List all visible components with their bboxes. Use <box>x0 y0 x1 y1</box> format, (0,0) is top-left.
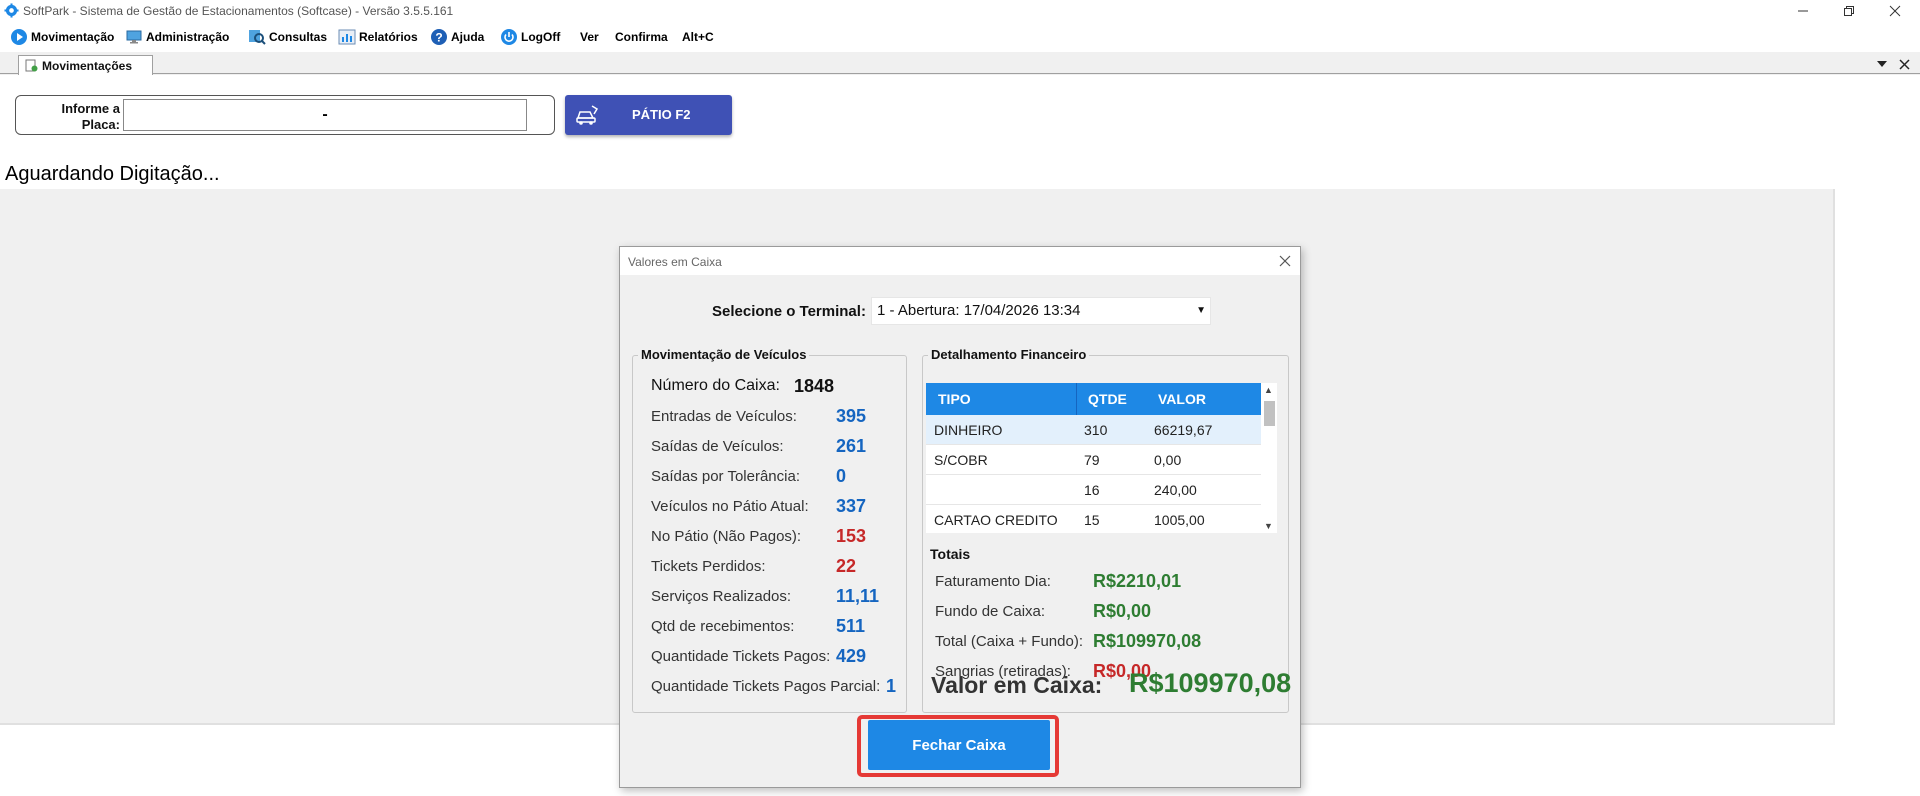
restore-button[interactable] <box>1826 0 1872 22</box>
menu-ver[interactable]: Ver <box>580 22 599 52</box>
triangle-down-icon <box>1877 61 1887 67</box>
close-icon <box>1889 5 1901 17</box>
document-icon <box>25 59 38 72</box>
menu-bar: Movimentação Administração Consultas Rel… <box>0 22 1920 52</box>
menu-alt-c[interactable]: Alt+C <box>682 22 714 52</box>
close-window-button[interactable] <box>1872 0 1918 22</box>
vehicle-row-recebimentos: Qtd de recebimentos: 511 <box>651 615 866 636</box>
minimize-button[interactable] <box>1780 0 1826 22</box>
dropdown-arrow-icon: ▼ <box>1196 305 1206 316</box>
close-icon[interactable] <box>1278 254 1292 268</box>
vehicle-row-caixa: Número do Caixa: 1848 <box>651 375 835 396</box>
window-titlebar: SoftPark - Sistema de Gestão de Estacion… <box>0 0 1920 22</box>
vehicles-group: Movimentação de Veículos Número do Caixa… <box>632 347 907 713</box>
tab-strip: Movimentações <box>0 52 1920 75</box>
play-icon <box>11 29 27 45</box>
dialog-titlebar: Valores em Caixa <box>620 247 1300 275</box>
svg-text:?: ? <box>435 31 442 45</box>
vehicle-row-tolerancia: Saídas por Tolerância: 0 <box>651 465 847 486</box>
cash-value: R$109970,08 <box>1129 668 1292 698</box>
window-title: SoftPark - Sistema de Gestão de Estacion… <box>23 4 454 18</box>
menu-relatorios[interactable]: Relatórios <box>338 22 418 52</box>
power-icon <box>501 29 517 45</box>
terminal-select[interactable]: 1 - Abertura: 17/04/2026 13:34 ▼ <box>871 297 1211 325</box>
vehicle-row-pagos: Quantidade Tickets Pagos: 429 <box>651 645 867 666</box>
menu-movimentacao[interactable]: Movimentação <box>10 22 114 52</box>
vehicle-row-perdidos: Tickets Perdidos: 22 <box>651 555 857 576</box>
menu-ajuda[interactable]: ? Ajuda <box>430 22 484 52</box>
plate-label: Informe a Placa: <box>61 101 120 132</box>
menu-consultas[interactable]: Consultas <box>248 22 327 52</box>
financial-group: Detalhamento Financeiro TIPO QTDE VALOR … <box>922 347 1291 713</box>
vehicle-row-pagos-parcial: Quantidade Tickets Pagos Parcial: 1 <box>651 675 897 696</box>
cash-value-label: Valor em Caixa: <box>931 672 1103 698</box>
terminal-label: Selecione o Terminal: <box>712 303 866 320</box>
search-icon <box>249 30 266 45</box>
close-icon <box>1898 58 1910 70</box>
vehicle-row-nao-pagos: No Pátio (Não Pagos): 153 <box>651 525 867 546</box>
close-cash-button[interactable]: Fechar Caixa <box>868 720 1050 770</box>
minimize-icon <box>1798 10 1808 12</box>
restore-icon <box>1844 6 1854 16</box>
status-text: Aguardando Digitação... <box>5 163 220 185</box>
dialog-title: Valores em Caixa <box>628 255 722 269</box>
monitor-icon <box>126 30 142 44</box>
patio-button[interactable]: PÁTIO F2 <box>565 95 732 135</box>
vehicle-row-saidas: Saídas de Veículos: 261 <box>651 435 867 456</box>
help-icon: ? <box>431 29 447 45</box>
vehicles-group-title: Movimentação de Veículos <box>638 347 810 362</box>
car-icon <box>576 105 599 125</box>
tab-movimentacoes[interactable]: Movimentações <box>18 55 153 75</box>
plate-panel: Informe a Placa: <box>15 95 555 135</box>
plate-input[interactable] <box>123 99 527 131</box>
menu-confirma[interactable]: Confirma <box>615 22 668 52</box>
menu-logoff[interactable]: LogOff <box>500 22 560 52</box>
vehicle-row-entradas: Entradas de Veículos: 395 <box>651 405 867 426</box>
cash-value-clip: Valor em Caixa: R$109970,08 <box>923 356 1293 714</box>
gear-icon <box>4 3 19 18</box>
vehicle-row-patio-atual: Veículos no Pátio Atual: 337 <box>651 495 867 516</box>
tab-close-button[interactable] <box>1896 56 1912 72</box>
vehicle-row-servicos: Serviços Realizados: 11,11 <box>651 585 880 606</box>
report-icon <box>338 29 356 45</box>
tab-list-button[interactable] <box>1874 56 1890 72</box>
menu-administracao[interactable]: Administração <box>125 22 229 52</box>
cash-values-dialog: Valores em Caixa Selecione o Terminal: 1… <box>619 246 1301 788</box>
